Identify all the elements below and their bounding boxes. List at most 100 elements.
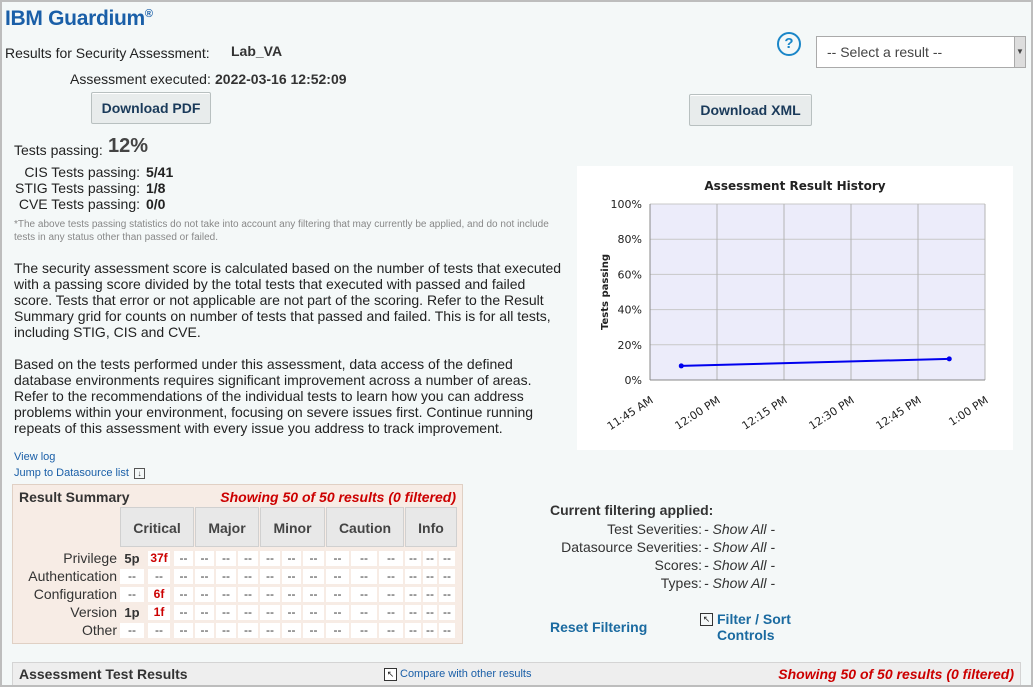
col-caution[interactable]: Caution [326,507,404,547]
view-log-link[interactable]: View log [14,451,55,463]
summary-cell: -- [260,623,280,638]
summary-cell: -- [238,551,258,566]
summary-cell: -- [326,605,349,620]
jump-datasource-link[interactable]: Jump to Datasource list ↓ [14,467,145,479]
summary-row-label: Configuration [33,586,117,602]
chart-x-tick-label: 12:45 PM [874,394,924,433]
download-xml-button[interactable]: Download XML [689,94,812,126]
summary-cell: -- [195,623,214,638]
summary-cell: -- [148,569,170,584]
summary-cell: -- [238,587,258,602]
result-summary-showing: Showing 50 of 50 results (0 filtered) [220,489,456,505]
summary-row-label: Version [70,604,117,620]
summary-cell: -- [423,605,437,620]
summary-cell: -- [260,551,280,566]
summary-cell: -- [174,623,193,638]
summary-cell: -- [326,587,349,602]
filtering-title: Current filtering applied: [550,502,714,518]
summary-cell: -- [174,605,193,620]
select-result-dropdown[interactable]: -- Select a result -- ▼ [816,36,1026,68]
summary-cell: -- [148,623,170,638]
chart-y-tick-label: 100% [611,198,642,211]
chart-x-tick-label: 12:30 PM [807,394,857,433]
summary-cell: -- [195,551,214,566]
col-info[interactable]: Info [405,507,457,547]
chart-y-tick-label: 80% [618,233,642,246]
compare-results-link[interactable]: Compare with other results [400,668,531,680]
summary-cell: -- [379,551,403,566]
summary-cell: -- [282,569,301,584]
stig-value: 1/8 [146,180,166,196]
expand-arrow-icon[interactable]: ↖ [700,613,713,626]
help-icon[interactable]: ? [777,32,801,56]
assessment-test-results-bar: Assessment Test Results ↖ Compare with o… [12,662,1021,685]
summary-cell: -- [238,569,258,584]
chart-plot-area [650,204,985,380]
jump-datasource-label: Jump to Datasource list [14,467,129,479]
summary-cell: -- [379,587,403,602]
filter-sort-label-line1: Filter / Sort [717,611,791,627]
summary-cell: -- [282,587,301,602]
summary-cell: -- [195,605,214,620]
filter-test-severities-label: Test Severities: [607,521,702,537]
score-explanation: The security assessment score is calcula… [14,260,562,340]
col-critical[interactable]: Critical [120,507,194,547]
assessment-test-results-title: Assessment Test Results [19,666,188,682]
compare-icon[interactable]: ↖ [384,668,397,681]
chart-y-tick-label: 20% [618,339,642,352]
summary-cell: -- [439,569,455,584]
summary-cell: -- [303,623,324,638]
summary-cell: -- [439,623,455,638]
filter-scores-value: - Show All - [704,557,776,573]
download-pdf-button[interactable]: Download PDF [91,92,211,124]
tests-passing-label: Tests passing: [14,142,103,158]
ibm-guardium-logo: IBM Guardium® [5,7,153,30]
summary-cell: -- [439,551,455,566]
summary-cell: -- [439,605,455,620]
assessment-history-chart: Assessment Result History Tests passing … [577,166,1013,450]
result-summary-title: Result Summary [19,489,130,505]
chart-y-tick-label: 40% [618,304,642,317]
chart-data-point [678,363,684,369]
reset-filtering-link[interactable]: Reset Filtering [550,619,647,635]
summary-cell: -- [303,605,324,620]
summary-cell: -- [423,551,437,566]
summary-cell[interactable]: 1f [148,605,170,620]
summary-cell[interactable]: 5p [120,551,144,566]
chart-x-tick-label: 11:45 AM [605,394,656,433]
select-result-value: -- Select a result -- [827,44,943,60]
chart-y-axis-label: Tests passing [600,254,611,330]
summary-cell: -- [282,551,301,566]
summary-cell: -- [216,623,236,638]
filter-sort-controls-link[interactable]: Filter / Sort Controls [717,611,791,643]
chart-y-tick-label: 60% [618,268,642,281]
chart-svg: Assessment Result History Tests passing … [600,179,991,433]
summary-cell: -- [195,569,214,584]
col-major[interactable]: Major [195,507,259,547]
summary-cell[interactable]: 37f [148,551,170,566]
filter-sort-label-line2: Controls [717,627,775,643]
summary-cell: -- [238,605,258,620]
executed-value: 2022-03-16 12:52:09 [215,71,347,87]
chart-title: Assessment Result History [704,179,885,193]
cve-label: CVE Tests passing: [18,196,140,212]
summary-cell: -- [351,623,377,638]
summary-cell[interactable]: 6f [148,587,170,602]
chevron-down-icon: ▼ [1014,37,1025,67]
filter-scores-label: Scores: [654,557,702,573]
summary-cell: -- [238,623,258,638]
col-minor[interactable]: Minor [260,507,325,547]
summary-row-label: Authentication [28,568,117,584]
tests-passing-value: 12% [108,135,149,157]
summary-cell: -- [379,623,403,638]
chart-x-tick-label: 12:15 PM [740,394,790,433]
summary-cell: -- [195,587,214,602]
filter-datasource-severities-value: - Show All - [704,539,776,555]
summary-cell: -- [423,587,437,602]
summary-cell: -- [260,587,280,602]
summary-cell: -- [405,551,421,566]
summary-cell[interactable]: 1p [120,605,144,620]
summary-cell: -- [303,587,324,602]
chart-x-tick-label: 1:00 PM [946,394,990,429]
summary-row-label: Other [81,622,117,638]
